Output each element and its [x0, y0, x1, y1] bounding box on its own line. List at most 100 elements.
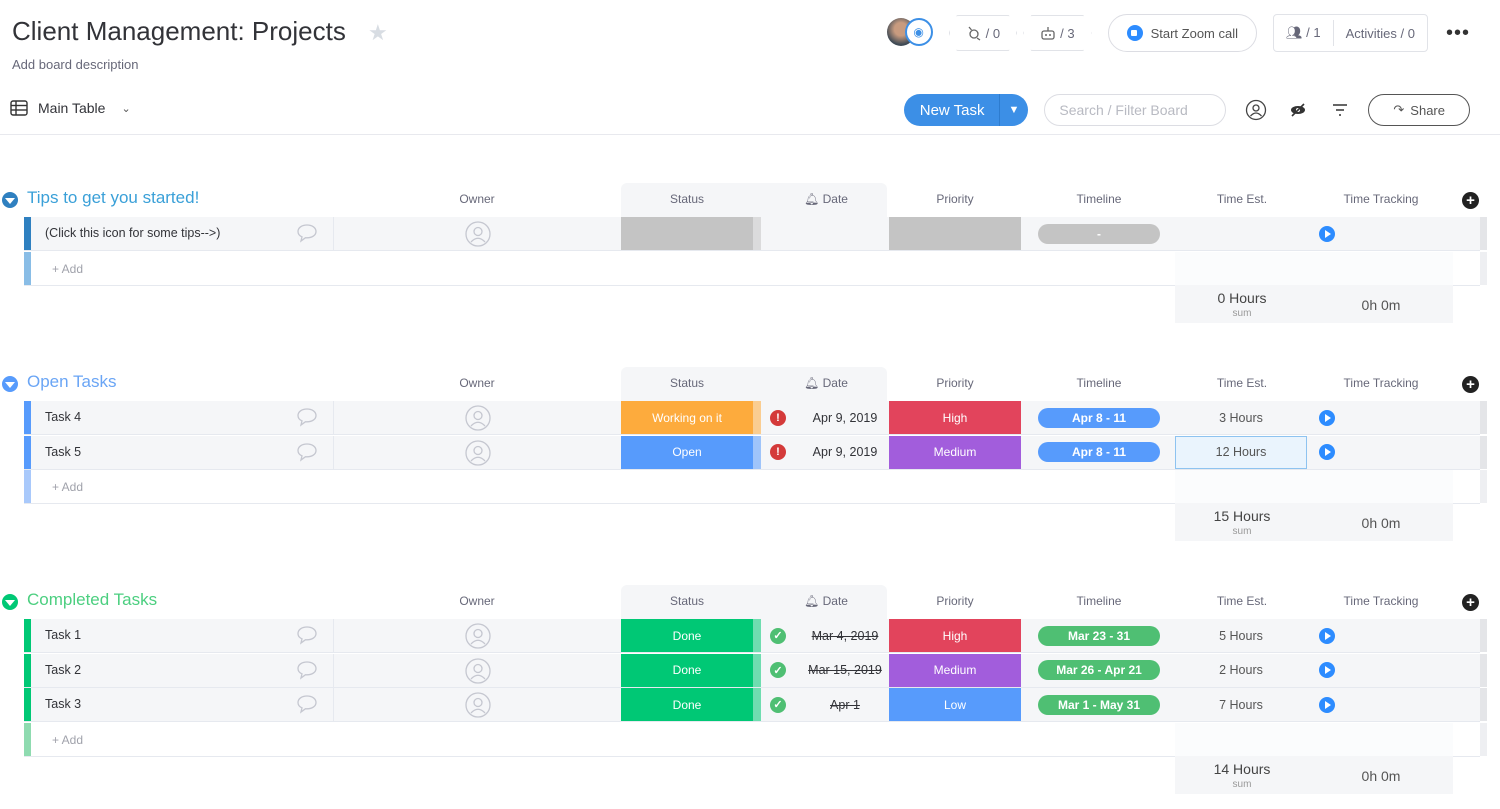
- filter-icon[interactable]: [1328, 98, 1352, 122]
- column-header-time-est[interactable]: Time Est.: [1175, 192, 1309, 206]
- column-header-timeline[interactable]: Timeline: [1038, 192, 1160, 206]
- column-header-owner[interactable]: Owner: [437, 192, 517, 206]
- more-options-icon[interactable]: •••: [1446, 22, 1470, 45]
- share-button[interactable]: ↷ Share: [1368, 94, 1470, 126]
- table-row[interactable]: Task 5 Open ! Apr 9, 2019 Medium Apr 8 - …: [24, 435, 1487, 470]
- status-cell[interactable]: Working on it: [621, 401, 761, 434]
- owner-avatar-icon[interactable]: [465, 692, 491, 718]
- group-title[interactable]: Completed Tasks: [27, 590, 157, 610]
- table-row[interactable]: Task 4 Working on it ! Apr 9, 2019 High A…: [24, 401, 1487, 435]
- timeline-cell[interactable]: Mar 26 - Apr 21: [1038, 654, 1160, 687]
- column-header-time-tracking[interactable]: Time Tracking: [1309, 192, 1453, 206]
- members-button[interactable]: 👥︎ / 1: [1274, 25, 1333, 41]
- timeline-cell[interactable]: Mar 1 - May 31: [1038, 688, 1160, 721]
- column-header-time-tracking[interactable]: Time Tracking: [1309, 594, 1453, 608]
- time-tracking-cell[interactable]: [1309, 401, 1453, 434]
- column-header-date[interactable]: 🔔︎ Date: [764, 594, 888, 608]
- status-cell[interactable]: Done: [621, 688, 761, 721]
- timeline-cell[interactable]: Apr 8 - 11: [1038, 401, 1160, 434]
- time-tracking-cell[interactable]: [1309, 217, 1453, 250]
- column-header-date[interactable]: 🔔︎ Date: [764, 376, 888, 390]
- table-row[interactable]: (Click this icon for some tips-->) -: [24, 217, 1487, 251]
- item-name[interactable]: Task 1: [45, 628, 81, 642]
- item-name[interactable]: (Click this icon for some tips-->): [45, 226, 220, 240]
- status-cell[interactable]: [621, 217, 761, 250]
- owner-avatar-icon[interactable]: [465, 405, 491, 431]
- owner-avatar-icon[interactable]: [465, 221, 491, 247]
- column-header-status[interactable]: Status: [621, 192, 753, 206]
- timeline-cell[interactable]: Apr 8 - 11: [1038, 436, 1160, 469]
- collapse-group-icon[interactable]: [2, 192, 18, 208]
- item-name[interactable]: Task 2: [45, 663, 81, 677]
- date-cell[interactable]: [764, 217, 888, 250]
- add-item-row[interactable]: + Add: [24, 251, 1487, 286]
- date-cell[interactable]: ✓ Mar 15, 2019: [764, 654, 888, 687]
- column-header-date[interactable]: 🔔︎ Date: [764, 192, 888, 206]
- column-header-priority[interactable]: Priority: [889, 594, 1021, 608]
- comment-bubble-icon[interactable]: [296, 223, 318, 243]
- priority-cell[interactable]: [889, 217, 1021, 250]
- column-header-timeline[interactable]: Timeline: [1038, 376, 1160, 390]
- time-est-cell[interactable]: 3 Hours: [1175, 401, 1307, 434]
- time-est-cell[interactable]: 2 Hours: [1175, 654, 1307, 687]
- priority-cell[interactable]: High: [889, 619, 1021, 652]
- column-header-time-est[interactable]: Time Est.: [1175, 376, 1309, 390]
- add-column-icon[interactable]: +: [1462, 376, 1479, 393]
- view-selector[interactable]: Main Table ⌄: [10, 100, 131, 116]
- status-cell[interactable]: Done: [621, 653, 761, 687]
- add-item-row[interactable]: + Add: [24, 470, 1487, 504]
- date-cell[interactable]: ✓ Apr 1: [764, 688, 888, 721]
- priority-cell[interactable]: Low: [889, 688, 1021, 721]
- new-task-button[interactable]: New Task ▼: [903, 94, 1029, 126]
- time-est-cell[interactable]: 12 Hours: [1175, 435, 1307, 469]
- comment-bubble-icon[interactable]: [296, 694, 318, 714]
- status-cell[interactable]: Open: [621, 435, 761, 469]
- timeline-cell[interactable]: Mar 23 - 31: [1038, 619, 1160, 652]
- activities-button[interactable]: Activities / 0: [1334, 26, 1427, 41]
- column-header-time-est[interactable]: Time Est.: [1175, 594, 1309, 608]
- play-timer-icon[interactable]: [1319, 627, 1335, 644]
- priority-cell[interactable]: High: [889, 401, 1021, 434]
- table-row[interactable]: Task 3 Done ✓ Apr 1 Low Mar 1 - May 31 7 …: [24, 688, 1487, 722]
- integrations-button[interactable]: / 0: [948, 15, 1018, 51]
- hide-columns-icon[interactable]: [1286, 98, 1310, 122]
- timeline-cell[interactable]: -: [1038, 217, 1160, 250]
- board-subscribers[interactable]: ◉: [886, 17, 935, 49]
- column-header-time-tracking[interactable]: Time Tracking: [1309, 376, 1453, 390]
- table-row[interactable]: Task 1 Done ✓ Mar 4, 2019 High Mar 23 - 3…: [24, 619, 1487, 653]
- item-name[interactable]: Task 3: [45, 697, 81, 711]
- time-est-cell[interactable]: 7 Hours: [1175, 688, 1307, 721]
- time-tracking-cell[interactable]: [1309, 619, 1453, 652]
- date-cell[interactable]: ! Apr 9, 2019: [764, 436, 888, 469]
- group-title[interactable]: Tips to get you started!: [27, 188, 199, 208]
- play-timer-icon[interactable]: [1319, 696, 1335, 713]
- comment-bubble-icon[interactable]: [296, 625, 318, 645]
- play-timer-icon[interactable]: [1319, 444, 1335, 460]
- time-tracking-cell[interactable]: [1309, 654, 1453, 687]
- favorite-star-icon[interactable]: ★: [368, 20, 388, 46]
- column-header-status[interactable]: Status: [621, 376, 753, 390]
- board-description[interactable]: Add board description: [12, 57, 138, 72]
- priority-cell[interactable]: Medium: [889, 653, 1021, 687]
- item-name[interactable]: Task 5: [45, 445, 81, 459]
- start-zoom-call-button[interactable]: Start Zoom call: [1107, 14, 1258, 52]
- person-filter-icon[interactable]: [1244, 98, 1268, 122]
- owner-avatar-icon[interactable]: [465, 657, 491, 684]
- time-est-cell[interactable]: [1175, 217, 1307, 250]
- collapse-group-icon[interactable]: [2, 376, 18, 392]
- priority-cell[interactable]: Medium: [889, 435, 1021, 469]
- collapse-group-icon[interactable]: [2, 594, 18, 610]
- time-est-cell[interactable]: 5 Hours: [1175, 619, 1307, 652]
- search-input[interactable]: [1044, 94, 1227, 126]
- owner-avatar-icon[interactable]: [465, 623, 491, 649]
- column-header-owner[interactable]: Owner: [437, 376, 517, 390]
- play-timer-icon[interactable]: [1319, 662, 1335, 678]
- column-header-priority[interactable]: Priority: [889, 376, 1021, 390]
- comment-bubble-icon[interactable]: [296, 407, 318, 427]
- chevron-down-icon[interactable]: ▼: [998, 94, 1029, 126]
- column-header-timeline[interactable]: Timeline: [1038, 594, 1160, 608]
- automations-button[interactable]: / 3: [1023, 15, 1092, 51]
- column-header-owner[interactable]: Owner: [437, 594, 517, 608]
- add-column-icon[interactable]: +: [1462, 594, 1479, 611]
- add-column-icon[interactable]: +: [1462, 192, 1479, 209]
